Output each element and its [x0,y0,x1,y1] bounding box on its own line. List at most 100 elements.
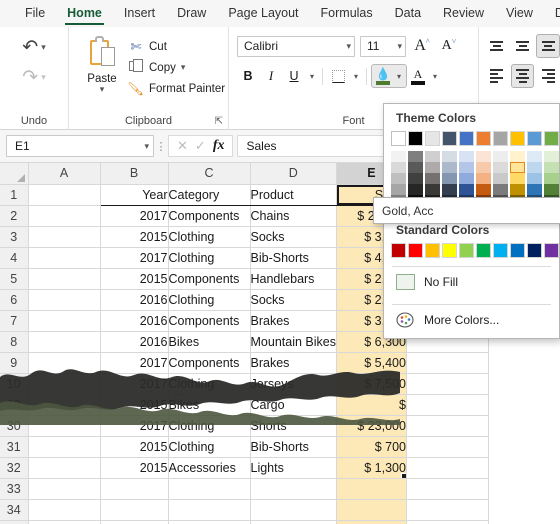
cell-f32[interactable] [406,457,489,479]
cell-c3[interactable]: Clothing [168,226,251,248]
cell-c1[interactable]: Category [168,184,251,206]
cell-b1[interactable]: Year [100,184,169,206]
row-header[interactable]: 8 [0,331,29,353]
tab-draw[interactable]: Draw [166,0,217,27]
select-all-corner[interactable] [0,163,29,185]
cell-e33[interactable] [336,478,407,500]
cell-a31[interactable] [28,436,101,458]
cell-b9[interactable]: 2017 [100,352,169,374]
font-size-combo[interactable]: 11 ▾ [360,35,406,57]
variant-1-3[interactable] [408,184,423,195]
tab-formulas[interactable]: Formulas [310,0,384,27]
variant-7-2[interactable] [510,173,525,184]
font-name-combo[interactable]: Calibri ▾ [237,35,355,57]
insert-function-button[interactable]: fx [213,138,225,154]
row-header[interactable]: 6 [0,289,29,311]
undo-button[interactable]: ↶ ▾ [0,32,68,62]
cell-c34[interactable] [168,499,251,521]
borders-button[interactable] [327,65,349,87]
cell-e32[interactable]: $ 1,300 [336,457,407,479]
variant-1-2[interactable] [408,173,423,184]
fill-color-dropdown-icon[interactable]: ▾ [393,65,405,87]
bold-button[interactable]: B [237,65,259,87]
theme-swatch-5[interactable] [476,131,491,146]
standard-swatch-3[interactable] [442,243,457,258]
standard-swatch-0[interactable] [391,243,406,258]
cell-e34[interactable] [336,499,407,521]
cell-d34[interactable] [250,499,337,521]
cell-b33[interactable] [100,478,169,500]
variant-7-1-selected[interactable] [510,162,525,173]
cell-a33[interactable] [28,478,101,500]
row-header[interactable]: 4 [0,247,29,269]
variant-3-0[interactable] [442,151,457,162]
cell-a10[interactable] [28,373,101,395]
chevron-down-icon[interactable]: ▾ [144,141,149,152]
font-color-button[interactable]: A [408,65,428,87]
variant-9-3[interactable] [544,184,559,195]
cell-a5[interactable] [28,268,101,290]
cell-b7[interactable]: 2016 [100,310,169,332]
tab-file[interactable]: File [14,0,56,27]
row-header[interactable]: 35 [0,520,29,524]
variant-8-2[interactable] [527,173,542,184]
borders-dropdown-icon[interactable]: ▾ [350,65,362,87]
cell-a34[interactable] [28,499,101,521]
cell-d9[interactable]: Brakes [250,352,337,374]
cell-a8[interactable] [28,331,101,353]
align-center-button[interactable] [510,64,535,88]
row-header[interactable]: 34 [0,499,29,521]
row-header[interactable]: 1 [0,184,29,206]
cell-c30[interactable]: Clothing [168,415,251,437]
cell-d7[interactable]: Brakes [250,310,337,332]
tab-developer[interactable]: De [544,0,560,27]
variant-7-3[interactable] [510,184,525,195]
font-color-dropdown-icon[interactable]: ▾ [429,65,441,87]
row-header[interactable]: 10 [0,373,29,395]
row-header[interactable]: 30 [0,415,29,437]
variant-2-3[interactable] [425,184,440,195]
variant-6-1[interactable] [493,162,508,173]
variant-5-0[interactable] [476,151,491,162]
cell-a3[interactable] [28,226,101,248]
cell-d3[interactable]: Socks [250,226,337,248]
tab-view[interactable]: View [495,0,544,27]
cell-a32[interactable] [28,457,101,479]
align-left-button[interactable] [485,64,509,88]
theme-swatch-1[interactable] [408,131,423,146]
cell-d10[interactable]: Jerseys [250,373,337,395]
standard-swatch-5[interactable] [476,243,491,258]
standard-swatch-9[interactable] [544,243,559,258]
chevron-down-icon[interactable]: ▾ [181,62,186,73]
standard-swatch-2[interactable] [425,243,440,258]
variant-0-2[interactable] [391,173,406,184]
cell-c29[interactable]: Bikes [168,394,251,416]
variant-4-2[interactable] [459,173,474,184]
cell-c8[interactable]: Bikes [168,331,251,353]
theme-swatch-6[interactable] [493,131,508,146]
cancel-entry-button[interactable]: ✕ [177,138,188,154]
fill-color-button[interactable]: 💧 ▾ [371,64,407,88]
chevron-down-icon[interactable]: ▾ [41,42,46,53]
cell-a2[interactable] [28,205,101,227]
cell-c6[interactable]: Clothing [168,289,251,311]
variant-8-0[interactable] [527,151,542,162]
redo-button[interactable]: ↷ ▾ [0,62,68,92]
variant-0-0[interactable] [391,151,406,162]
cell-d4[interactable]: Bib-Shorts [250,247,337,269]
cell-d30[interactable]: Shorts [250,415,337,437]
decrease-font-size-button[interactable]: A ˅ [438,35,460,57]
chevron-down-icon[interactable]: ▾ [76,85,128,94]
variant-8-1[interactable] [527,162,542,173]
variant-8-3[interactable] [527,184,542,195]
theme-swatch-2[interactable] [425,131,440,146]
variant-1-1[interactable] [408,162,423,173]
tab-insert[interactable]: Insert [113,0,166,27]
cell-f10[interactable] [406,373,489,395]
cell-b32[interactable]: 2015 [100,457,169,479]
variant-5-1[interactable] [476,162,491,173]
column-header-d[interactable]: D [250,163,337,185]
cell-c32[interactable]: Accessories [168,457,251,479]
cell-d5[interactable]: Handlebars [250,268,337,290]
cell-b31[interactable]: 2015 [100,436,169,458]
